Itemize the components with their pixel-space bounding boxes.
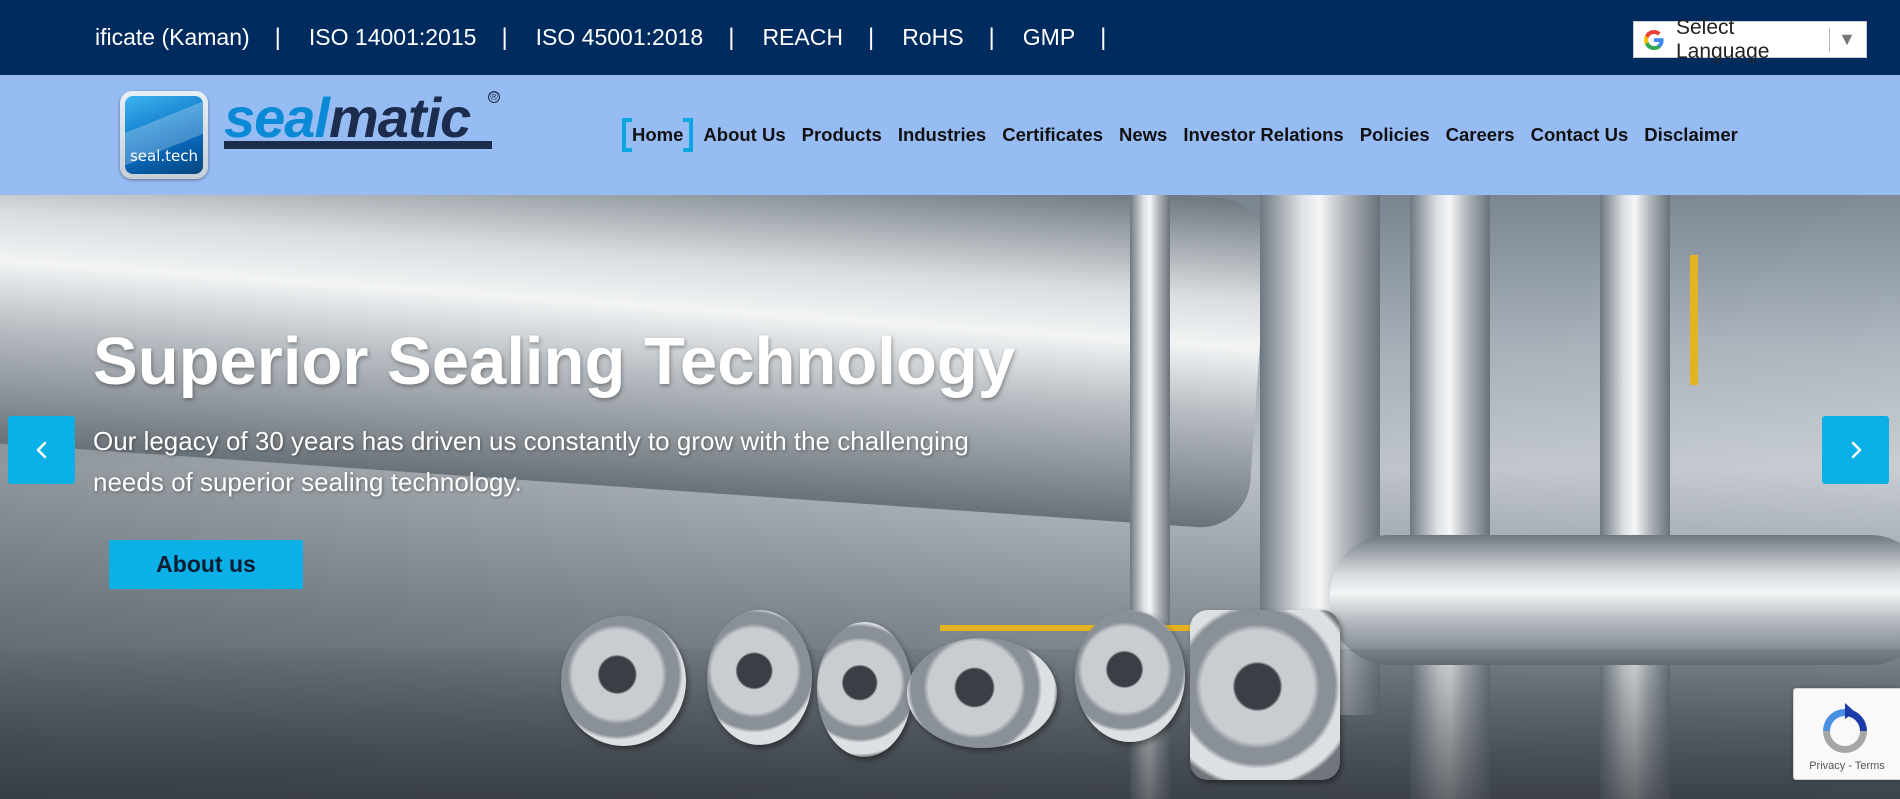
- cert-separator: |: [728, 23, 735, 51]
- recaptcha-privacy-link[interactable]: Privacy: [1809, 760, 1845, 772]
- cert-label: REACH: [762, 24, 843, 50]
- cert-item: ificate (Kaman) |: [95, 24, 309, 52]
- nav-item-policies[interactable]: Policies: [1352, 124, 1438, 146]
- nav-item-home[interactable]: Home: [622, 118, 694, 152]
- chevron-right-icon: [1851, 441, 1861, 459]
- logo-badge-inner: seal.tech: [125, 96, 203, 174]
- cert-item: ISO 45001:2018 |: [536, 24, 763, 52]
- hero-subtitle: Our legacy of 30 years has driven us con…: [93, 426, 969, 497]
- chevron-left-icon: [36, 441, 46, 459]
- nav-item-products[interactable]: Products: [794, 124, 890, 146]
- mechanical-seal-image: [561, 616, 686, 746]
- logo-badge[interactable]: seal.tech: [120, 91, 208, 179]
- hero-slider: Superior Sealing Technology Our legacy o…: [0, 195, 1900, 799]
- nav-item-industries[interactable]: Industries: [890, 124, 994, 146]
- mechanical-seal-image: [1190, 610, 1340, 780]
- site-header: seal.tech sealmatic ® Home About Us Prod…: [0, 75, 1900, 195]
- recaptcha-terms-link[interactable]: Terms: [1855, 760, 1885, 772]
- dropdown-arrow-icon: ▼: [1838, 29, 1856, 49]
- cert-label: GMP: [1022, 24, 1076, 50]
- nav-item-label: Home: [632, 124, 684, 145]
- mechanical-seal-image: [907, 638, 1057, 748]
- logo-word-matic: matic: [329, 86, 471, 149]
- mechanical-seal-image: [1075, 610, 1185, 742]
- cert-separator: |: [501, 23, 508, 51]
- nav-item-news[interactable]: News: [1111, 124, 1175, 146]
- slider-next-button[interactable]: [1822, 416, 1889, 484]
- nav-item-about-us[interactable]: About Us: [695, 124, 793, 146]
- hero-background-railing: [1690, 255, 1698, 385]
- cert-item: ISO 14001:2015 |: [309, 24, 536, 52]
- cert-label: RoHS: [902, 24, 964, 50]
- cert-label: ISO 45001:2018: [535, 24, 704, 50]
- mechanical-seal-image: [707, 610, 812, 745]
- logo-badge-text: seal.tech: [129, 147, 199, 165]
- active-bracket-right: [683, 118, 694, 152]
- recaptcha-separator: -: [1845, 760, 1855, 772]
- registered-mark: ®: [488, 91, 500, 103]
- language-select-divider: [1829, 27, 1831, 52]
- active-bracket-left: [622, 118, 632, 152]
- cert-item: RoHS |: [902, 24, 1023, 52]
- slider-prev-button[interactable]: [8, 416, 75, 484]
- cert-separator: |: [988, 23, 995, 51]
- logo-word-seal: seal: [224, 86, 330, 149]
- language-select[interactable]: Select Language ▼: [1633, 16, 1867, 63]
- cert-label: ISO 14001:2015: [308, 24, 477, 50]
- main-nav: Home About Us Products Industries Certif…: [622, 75, 1746, 195]
- cert-item: GMP |: [1023, 24, 1135, 52]
- about-us-button[interactable]: About us: [109, 540, 303, 589]
- recaptcha-links: Privacy - Terms: [1794, 760, 1900, 772]
- mechanical-seal-image: [817, 622, 912, 757]
- cert-item: REACH |: [762, 24, 902, 52]
- certification-ticker: ificate (Kaman) | ISO 14001:2015 | ISO 450…: [95, 0, 1134, 75]
- hero-title: Superior Sealing Technology: [93, 324, 1016, 399]
- language-select-label: Select Language: [1676, 15, 1770, 63]
- cert-separator: |: [274, 23, 281, 51]
- cert-separator: |: [867, 23, 875, 51]
- certification-bar: ificate (Kaman) | ISO 14001:2015 | ISO 450…: [0, 0, 1900, 75]
- nav-item-certificates[interactable]: Certificates: [994, 124, 1111, 146]
- cert-separator: |: [1100, 23, 1107, 51]
- product-seals-image: [555, 610, 1345, 799]
- nav-item-disclaimer[interactable]: Disclaimer: [1636, 124, 1746, 146]
- nav-item-careers[interactable]: Careers: [1438, 124, 1523, 146]
- cert-label: ificate (Kaman): [95, 24, 250, 50]
- nav-item-investor-relations[interactable]: Investor Relations: [1175, 124, 1351, 146]
- recaptcha-badge[interactable]: Privacy - Terms: [1793, 688, 1900, 780]
- recaptcha-icon: [1823, 703, 1867, 753]
- nav-item-contact-us[interactable]: Contact Us: [1523, 124, 1637, 146]
- google-icon: [1644, 29, 1664, 50]
- logo-underline-bar: [224, 141, 492, 149]
- hero-background-pipe: [1330, 535, 1900, 665]
